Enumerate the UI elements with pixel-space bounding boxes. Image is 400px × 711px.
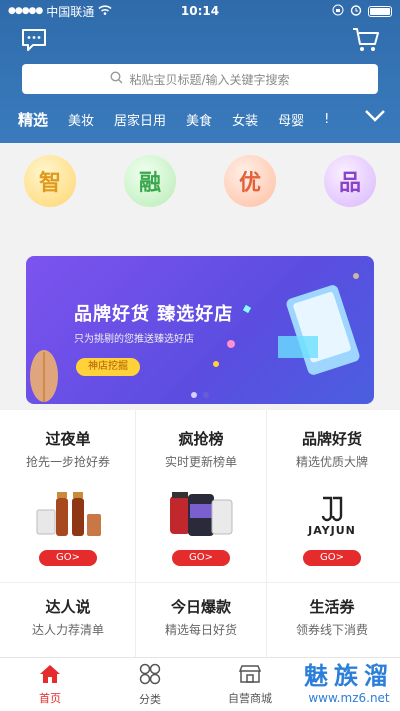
product-cell-fengqiang[interactable]: 疯抢榜 实时更新榜单 GO> bbox=[137, 428, 265, 566]
supplement-jars-image bbox=[166, 484, 236, 540]
product-title: 疯抢榜 bbox=[178, 430, 224, 448]
category-pin[interactable]: 品 bbox=[324, 155, 376, 207]
expand-tabs-button[interactable] bbox=[364, 108, 386, 127]
product-title: 达人说 bbox=[45, 598, 91, 616]
product-subtitle: 精选每日好货 bbox=[164, 623, 237, 637]
product-cell-baokuan[interactable]: 今日爆款 精选每日好货 bbox=[137, 596, 265, 638]
nav-home[interactable]: 首页 bbox=[0, 658, 100, 711]
carrier: ●●●●● 中国联通 bbox=[8, 3, 112, 20]
category-icons: 智 融 优 品 bbox=[0, 155, 400, 207]
product-subtitle: 实时更新榜单 bbox=[164, 455, 237, 469]
product-subtitle: 精选优质大牌 bbox=[295, 455, 368, 469]
product-subtitle: 领券线下消费 bbox=[295, 623, 368, 637]
banner-button[interactable]: 神店挖掘 bbox=[76, 358, 140, 376]
carousel-dot bbox=[203, 392, 209, 398]
watermark-name: 魅族溜 bbox=[304, 662, 394, 690]
watermark-url: www.mz6.net bbox=[308, 691, 390, 705]
banner-title: 品牌好货 臻选好店 bbox=[74, 304, 234, 325]
nav-category[interactable]: 分类 bbox=[100, 658, 200, 711]
tab-more-cut[interactable]: ! bbox=[324, 112, 329, 127]
category-you[interactable]: 优 bbox=[224, 155, 276, 207]
tab-jujia[interactable]: 居家日用 bbox=[114, 110, 166, 129]
search-placeholder: 粘贴宝贝标题/输入关键字搜索 bbox=[129, 72, 290, 87]
watermark: 魅族溜 www.mz6.net bbox=[304, 656, 394, 705]
tab-meizhuang[interactable]: 美妆 bbox=[68, 110, 94, 129]
product-subtitle: 达人力荐清单 bbox=[31, 623, 104, 637]
product-cell-pinpai[interactable]: 品牌好货 精选优质大牌 JAYJUN GO> bbox=[268, 428, 396, 566]
divider bbox=[266, 410, 267, 660]
product-title: 品牌好货 bbox=[301, 430, 362, 448]
product-subtitle: 抢先一步抢好券 bbox=[25, 455, 110, 469]
nav-mall-label: 自营商城 bbox=[228, 691, 272, 705]
tab-jingxuan[interactable]: 精选 bbox=[18, 109, 48, 130]
promo-banner[interactable]: 品牌好货 臻选好店 只为挑剔的您推送臻选好店 神店挖掘 bbox=[26, 256, 374, 404]
status-bar: ●●●●● 中国联通 10:14 bbox=[0, 0, 400, 22]
brand-logo: JAYJUN bbox=[297, 484, 367, 540]
banner-subtitle: 只为挑剔的您推送臻选好店 bbox=[74, 334, 194, 345]
divider bbox=[135, 410, 136, 660]
tab-nvzhuang[interactable]: 女装 bbox=[232, 110, 258, 129]
nav-category-label: 分类 bbox=[139, 692, 161, 706]
skincare-bottles-image bbox=[33, 484, 103, 540]
message-button[interactable] bbox=[20, 28, 48, 56]
product-title: 过夜单 bbox=[45, 430, 91, 448]
lock-rotation-icon bbox=[332, 4, 344, 19]
search-icon bbox=[110, 71, 123, 87]
store-icon bbox=[238, 664, 262, 687]
product-cell-guoye[interactable]: 过夜单 抢先一步抢好券 GO> bbox=[4, 428, 132, 566]
product-grid: 过夜单 抢先一步抢好券 GO> 疯抢榜 实时更新榜单 GO> 品牌好货 精选优质… bbox=[0, 410, 400, 660]
signal-icon: ●●●●● bbox=[8, 6, 43, 16]
grid-icon bbox=[139, 663, 161, 688]
chevron-down-icon bbox=[364, 108, 386, 127]
category-tabs: 精选 美妆 居家日用 美食 女装 母婴 ! bbox=[0, 104, 400, 134]
nav-home-label: 首页 bbox=[39, 691, 61, 705]
tab-meishi[interactable]: 美食 bbox=[186, 110, 212, 129]
alarm-icon bbox=[350, 4, 362, 19]
nav-mall[interactable]: 自营商城 bbox=[200, 658, 300, 711]
header: ●●●●● 中国联通 10:14 粘贴宝贝标题/输入关键字搜索 精选 美妆 居家… bbox=[0, 0, 400, 143]
go-button[interactable]: GO> bbox=[303, 550, 361, 566]
brand-name: JAYJUN bbox=[308, 524, 356, 537]
tab-muying[interactable]: 母婴 bbox=[278, 110, 304, 129]
chat-icon bbox=[21, 28, 47, 56]
clock: 10:14 bbox=[180, 4, 220, 18]
battery-icon bbox=[368, 5, 392, 17]
product-title: 生活券 bbox=[309, 598, 355, 616]
home-icon bbox=[39, 664, 61, 687]
go-button[interactable]: GO> bbox=[172, 550, 230, 566]
carousel-dot-active bbox=[191, 392, 197, 398]
category-rong[interactable]: 融 bbox=[124, 155, 176, 207]
carrier-label: 中国联通 bbox=[46, 4, 95, 19]
product-title: 今日爆款 bbox=[170, 598, 231, 616]
product-cell-daren[interactable]: 达人说 达人力荐清单 bbox=[4, 596, 132, 638]
wifi-icon bbox=[98, 4, 112, 18]
category-zhi[interactable]: 智 bbox=[24, 155, 76, 207]
go-button[interactable]: GO> bbox=[39, 550, 97, 566]
cart-icon bbox=[352, 27, 380, 57]
carousel-dots bbox=[191, 392, 209, 398]
divider bbox=[0, 582, 400, 583]
search-input[interactable]: 粘贴宝贝标题/输入关键字搜索 bbox=[22, 64, 378, 94]
product-cell-shenghuo[interactable]: 生活券 领券线下消费 bbox=[268, 596, 396, 638]
cart-button[interactable] bbox=[352, 28, 380, 56]
